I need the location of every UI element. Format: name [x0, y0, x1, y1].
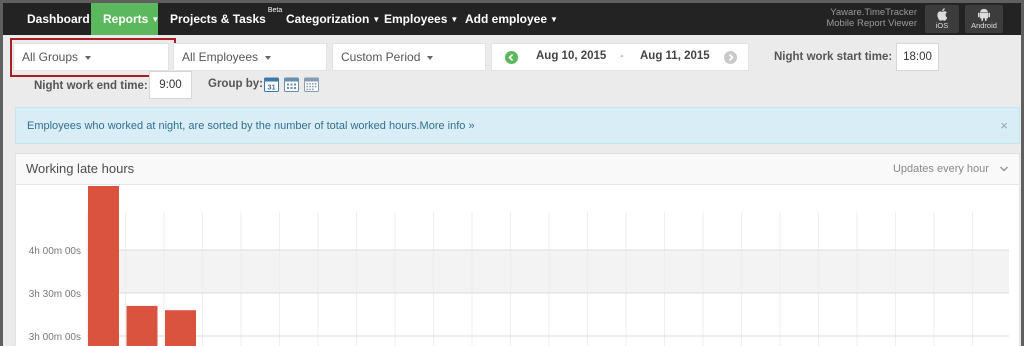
period-dropdown-value: Custom Period	[341, 50, 421, 64]
info-alert: Employees who worked at night, are sorte…	[15, 107, 1020, 144]
y-tick-label: 3h 00m 00s	[29, 332, 81, 343]
chevron-down-icon	[999, 166, 1009, 172]
updates-label: Updates every hour	[892, 163, 989, 175]
beta-badge: Beta	[267, 7, 283, 14]
group-by-day-icon[interactable]: 31	[264, 76, 279, 92]
date-separator: -	[620, 50, 624, 62]
night-end-input[interactable]: 9:00	[149, 71, 192, 99]
nav-add-employee[interactable]: Add employee ▼	[465, 3, 558, 35]
android-app-button[interactable]: Android	[965, 5, 1003, 33]
nav-categorization-label: Categorization	[286, 12, 370, 26]
chevron-down-icon: ▼	[151, 14, 160, 24]
period-dropdown[interactable]: Custom Period	[332, 43, 486, 71]
working-late-hours-panel: Working late hours Updates every hour 4h…	[15, 153, 1020, 346]
apple-icon	[936, 8, 947, 21]
nav-reports-label: Reports	[103, 12, 149, 26]
nav-projects-label: Projects & Tasks	[170, 12, 266, 26]
plot-band	[87, 250, 1009, 293]
date-to[interactable]: Aug 11, 2015	[640, 50, 710, 62]
date-from[interactable]: Aug 10, 2015	[536, 50, 606, 62]
date-range-picker: Aug 10, 2015 - Aug 11, 2015	[491, 43, 749, 71]
android-label: Android	[971, 21, 997, 30]
chevron-down-icon: ▼	[372, 14, 381, 24]
panel-header: Working late hours Updates every hour	[16, 154, 1019, 185]
chevron-down-icon: ▼	[550, 14, 558, 24]
nav-dashboard[interactable]: Dashboard	[15, 3, 91, 35]
mobile-title-line2: Mobile Report Viewer	[826, 18, 917, 29]
y-tick-label: 3h 30m 00s	[29, 289, 81, 300]
night-start-input[interactable]: 18:00	[896, 43, 939, 71]
group-by-label: Group by:	[208, 78, 263, 90]
top-navbar: Dashboard Reports ▼ Projects & TasksBeta …	[3, 3, 1021, 35]
night-end-label: Night work end time:	[34, 80, 148, 92]
more-info-link[interactable]: More info »	[420, 120, 475, 132]
info-text: Employees who worked at night, are sorte…	[27, 120, 420, 132]
close-icon[interactable]: ×	[1000, 108, 1008, 144]
ios-label: iOS	[935, 21, 949, 30]
nav-categorization[interactable]: Categorization ▼	[286, 3, 380, 35]
nav-dashboard-label: Dashboard	[27, 12, 90, 26]
caret-down-icon	[265, 55, 272, 60]
panel-title: Working late hours	[26, 161, 135, 176]
bar	[126, 305, 158, 346]
mobile-title-line1: Yaware.TimeTracker	[830, 7, 917, 18]
nav-add-employee-label: Add employee	[465, 12, 548, 26]
android-icon	[978, 8, 990, 21]
updates-toggle[interactable]: Updates every hour	[893, 163, 1009, 175]
employees-dropdown-value: All Employees	[182, 50, 259, 64]
nav-employees[interactable]: Employees ▼	[384, 3, 459, 35]
nav-reports[interactable]: Reports ▼	[91, 3, 160, 35]
bar	[165, 310, 196, 346]
group-by-week-icon[interactable]	[284, 76, 299, 92]
ios-app-button[interactable]: iOS	[925, 5, 959, 33]
nav-projects-tasks[interactable]: Projects & TasksBeta	[170, 3, 282, 35]
group-by-day-number: 31	[267, 83, 275, 92]
employees-dropdown[interactable]: All Employees	[173, 43, 327, 71]
chevron-down-icon: ▼	[450, 14, 459, 24]
app-window: Dashboard Reports ▼ Projects & TasksBeta …	[0, 0, 1024, 346]
group-by-month-icon[interactable]	[304, 76, 319, 92]
night-start-label: Night work start time:	[774, 51, 893, 63]
mobile-viewer-title: Yaware.TimeTracker Mobile Report Viewer	[811, 7, 917, 29]
caret-down-icon	[427, 55, 434, 60]
bar	[88, 186, 119, 346]
next-period-icon[interactable]	[724, 51, 737, 64]
previous-period-icon[interactable]	[505, 51, 518, 64]
y-tick-label: 4h 00m 00s	[29, 246, 81, 257]
nav-employees-label: Employees	[384, 12, 448, 26]
working-late-chart: 4h 00m 00s 3h 30m 00s 3h 00m 00s	[29, 186, 1009, 346]
